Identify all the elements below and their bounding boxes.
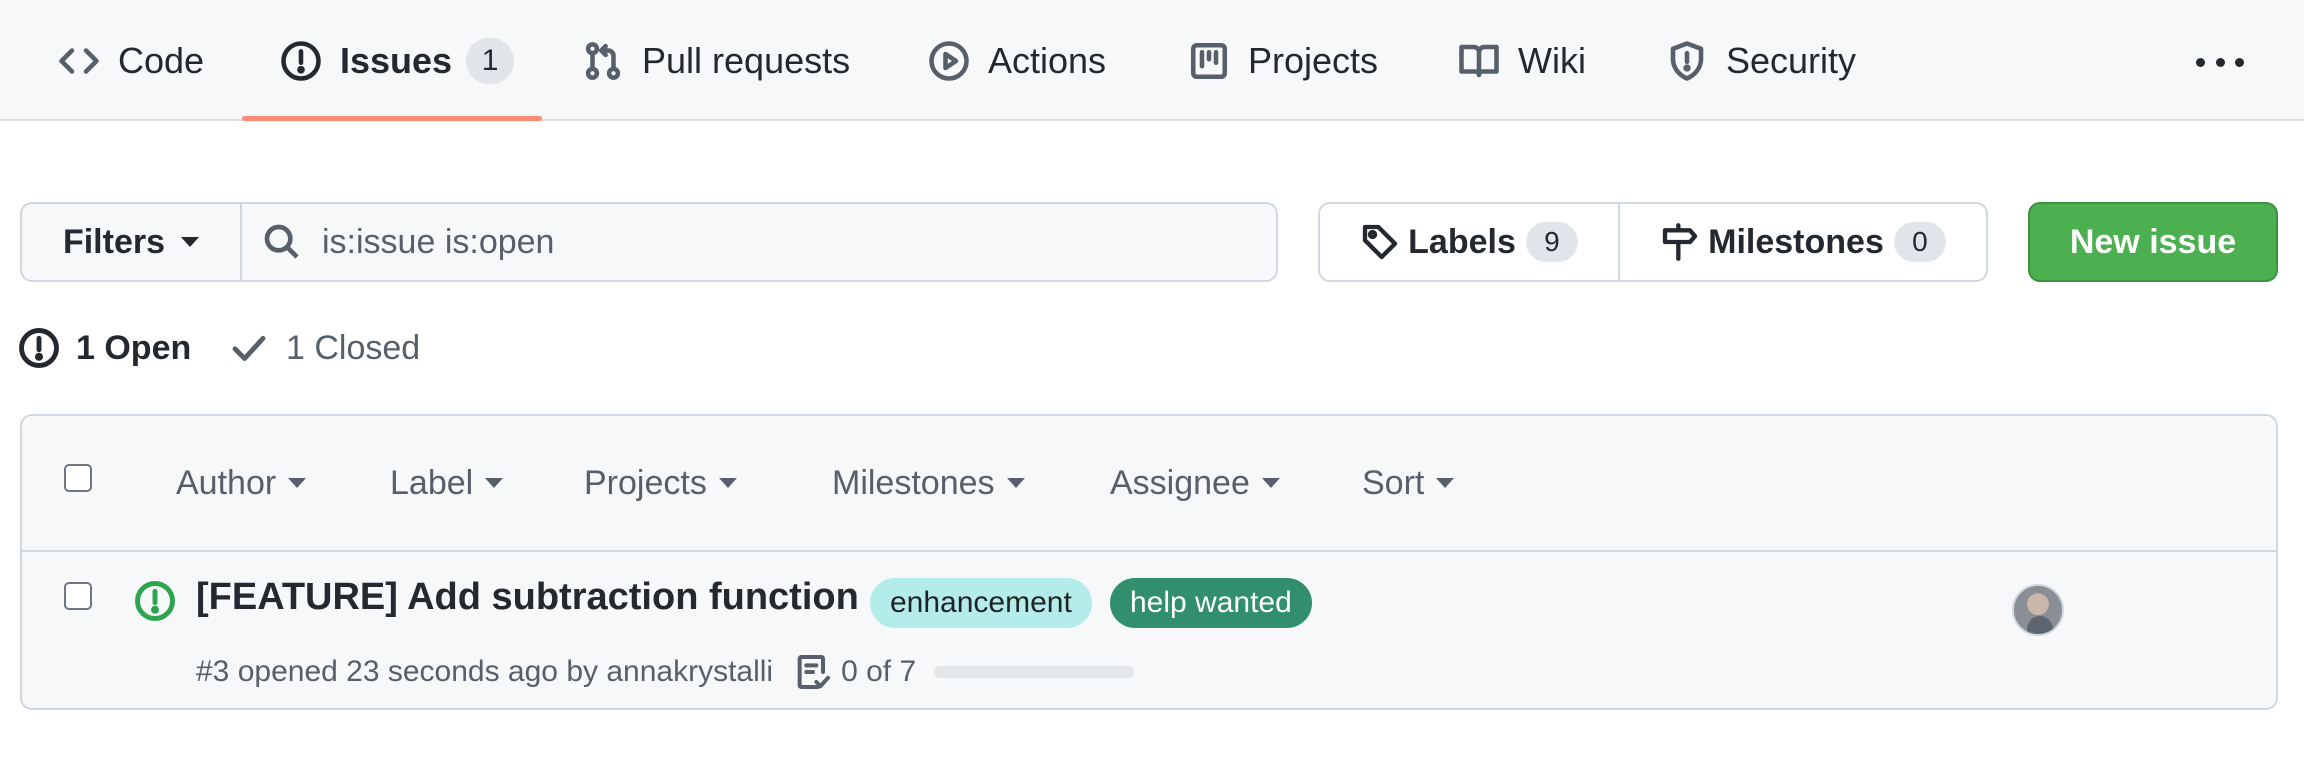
chevron-down-icon [1006,478,1025,488]
shield-icon [1670,40,1704,81]
tab-actions-label: Actions [988,39,1107,81]
kebab-horizontal-icon[interactable] [2190,40,2250,84]
label-filter[interactable]: Label [390,460,504,506]
issue-meta: #3 opened 23 seconds ago by annakrystall… [196,650,1135,694]
sort-filter-label: Sort [1362,463,1425,502]
project-board-icon [1190,42,1228,79]
sort-filter[interactable]: Sort [1362,460,1455,506]
tab-code[interactable]: Code [58,0,204,121]
closed-issues-toggle[interactable]: 1 Closed [228,322,420,374]
issues-list: Author Label Projects Milestones Assigne… [20,414,2278,710]
issue-title-link[interactable]: [FEATURE] Add subtraction function [196,576,859,619]
labels-label: Labels [1408,222,1516,261]
issue-author-link[interactable]: annakrystalli [606,655,773,689]
issue-opened-icon [135,581,175,621]
kebab-dot [2215,57,2225,67]
chevron-down-icon [288,478,307,488]
milestones-filter-label: Milestones [832,463,995,502]
code-icon [59,47,99,74]
kebab-dot [2196,57,2205,67]
open-count-label: 1 Open [76,328,192,367]
avatar[interactable] [2012,584,2064,636]
chevron-down-icon [718,478,737,488]
checklist-icon [797,655,831,689]
git-pull-request-icon [585,41,621,80]
assignee-filter-label: Assignee [1110,463,1250,502]
label-filter-label: Label [390,463,474,502]
issue-checkbox[interactable] [64,582,92,610]
tab-pull-requests-label: Pull requests [642,39,851,81]
tab-issues[interactable]: Issues 1 [280,0,515,121]
tab-security-label: Security [1726,39,1857,81]
tab-code-label: Code [118,39,205,81]
tab-issues-label: Issues [340,39,453,81]
milestones-label: Milestones [1708,222,1884,261]
check-icon [232,335,266,361]
labels-button[interactable]: Labels 9 [1318,202,1620,282]
label-enhancement[interactable]: enhancement [870,578,1092,628]
select-all-checkbox[interactable] [64,464,92,492]
tab-projects-label: Projects [1248,39,1379,81]
chevron-down-icon [1261,478,1280,488]
projects-filter-label: Projects [584,463,707,502]
kebab-dot [2235,57,2244,67]
filters-label: Filters [62,222,166,261]
tab-wiki-label: Wiki [1518,39,1586,81]
chevron-down-icon [1436,478,1455,488]
milestone-icon [1662,223,1698,261]
filters-button[interactable]: Filters [20,202,242,282]
issue-opened-icon [281,40,321,81]
active-tab-underline [242,116,542,121]
milestones-counter: 0 [1893,222,1946,262]
tab-wiki[interactable]: Wiki [1458,0,1586,121]
author-filter-label: Author [176,463,277,502]
issues-counter: 1 [466,37,515,84]
author-filter[interactable]: Author [176,460,307,506]
search-input[interactable] [322,222,1222,262]
tasks-count: 0 of 7 [841,655,917,688]
tab-projects[interactable]: Projects [1188,0,1378,121]
closed-count-label: 1 Closed [286,328,421,367]
new-issue-button[interactable]: New issue [2028,202,2278,282]
tab-pull-requests[interactable]: Pull requests [582,0,850,121]
chevron-down-icon [181,237,200,247]
play-icon [929,40,969,81]
labels-counter: 9 [1525,222,1578,262]
issues-list-header: Author Label Projects Milestones Assigne… [22,416,2276,552]
issue-opened-text: #3 opened 23 seconds ago by [196,655,598,688]
chevron-down-icon [485,478,504,488]
book-icon [1459,44,1499,77]
label-help-wanted[interactable]: help wanted [1110,578,1312,628]
tab-actions[interactable]: Actions [928,0,1106,121]
tasks-progress-bar [934,666,1135,678]
milestones-button[interactable]: Milestones 0 [1618,202,1988,282]
repo-nav: Code Issues 1 Pull requests Actions Proj… [0,0,2304,121]
issue-search[interactable] [240,202,1278,282]
milestones-filter[interactable]: Milestones [832,460,1025,506]
issue-opened-icon [19,328,59,368]
assignee-filter[interactable]: Assignee [1110,460,1280,506]
open-issues-toggle[interactable]: 1 Open [18,322,191,374]
search-icon [264,224,299,259]
projects-filter[interactable]: Projects [584,460,737,506]
tab-security[interactable]: Security [1666,0,1856,121]
tag-icon [1362,224,1398,260]
